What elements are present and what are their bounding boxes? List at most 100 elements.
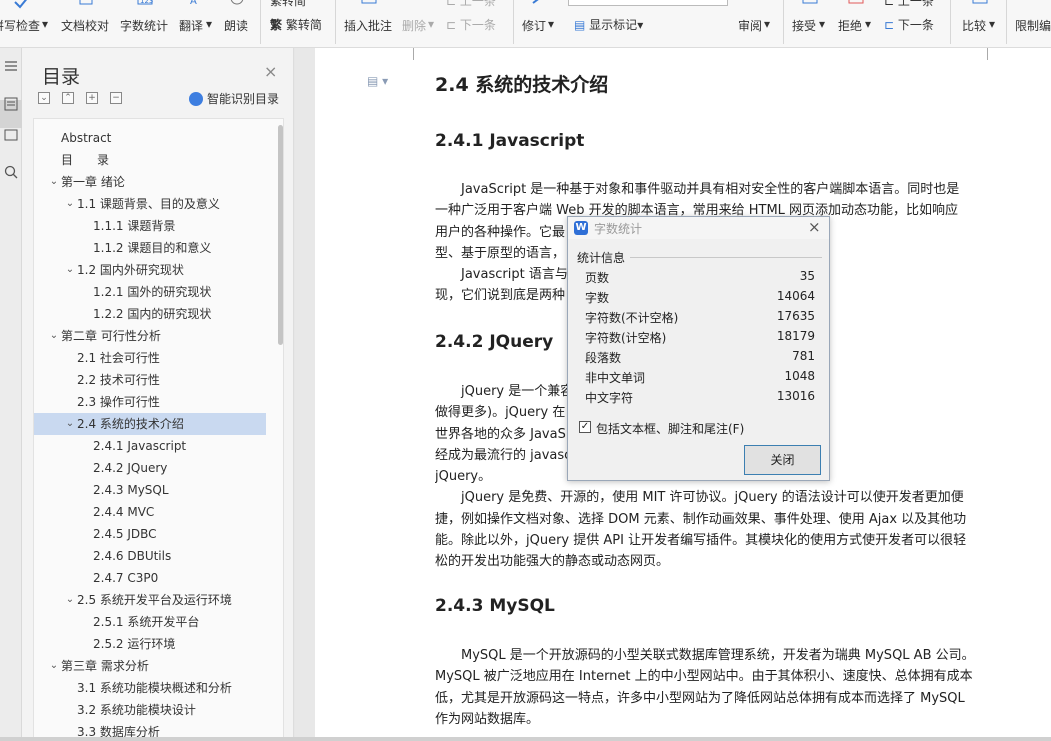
toc-item-label: 1.2 国内外研究现状: [77, 263, 184, 277]
toc-icon[interactable]: [3, 96, 19, 112]
compare-button[interactable]: 比较 ▾: [962, 0, 998, 47]
horizontal-scrollbar[interactable]: [0, 737, 1051, 741]
text-line: 松的开发出功能强大的静态或动态网页。: [435, 554, 670, 570]
toc-item-label: 2.5 系统开发平台及运行环境: [77, 593, 232, 607]
add-level-icon[interactable]: +: [86, 92, 98, 104]
chevron-down-icon[interactable]: ⌄: [64, 413, 76, 435]
toc-item[interactable]: 2.2 技术可行性: [34, 369, 274, 391]
toc-item[interactable]: 2.4.7 C3P0: [34, 567, 274, 589]
toc-item[interactable]: ⌄ 第三章 需求分析: [34, 655, 274, 677]
toc-item[interactable]: 2.4.5 JDBC: [34, 523, 274, 545]
toc-item[interactable]: 3.1 系统功能模块概述和分析: [34, 677, 274, 699]
toc-item[interactable]: ⌄ 1.1 课题背景、目的及意义: [34, 193, 274, 215]
expand-up-icon[interactable]: ⌃: [62, 92, 74, 104]
toc-item-label: 1.1.1 课题背景: [93, 219, 176, 233]
remove-level-icon[interactable]: −: [110, 92, 122, 104]
chevron-down-icon[interactable]: ⌄: [64, 259, 76, 281]
next-comment-button[interactable]: ⊏ 下一条: [446, 16, 496, 33]
revise-icon: [532, 0, 539, 4]
toc-item[interactable]: 2.4.3 MySQL: [34, 479, 274, 501]
text-line: MySQL 是一个开放源码的小型关联式数据库管理系统，开发者为瑞典 MySQL …: [435, 648, 975, 663]
toc-item[interactable]: 2.4.2 JQuery: [34, 457, 274, 479]
toc-item-label: 2.4.5 JDBC: [93, 527, 157, 541]
toc-item[interactable]: 2.4.4 MVC: [34, 501, 274, 523]
toc-item[interactable]: 1.2.2 国内的研究现状: [34, 303, 274, 325]
toc-item[interactable]: 2.4.1 Javascript: [34, 435, 274, 457]
prev-comment-button[interactable]: ⊏ 上一条: [446, 0, 496, 9]
translate-button[interactable]: A 翻译 ▾: [179, 0, 215, 47]
toc-item[interactable]: ⌄ 第二章 可行性分析: [34, 325, 274, 347]
heading-2-4-1: 2.4.1 Javascript: [435, 131, 585, 151]
word-count-button[interactable]: 123 字数统计: [120, 0, 170, 47]
revise-button[interactable]: 修订 ▾: [522, 0, 556, 47]
heading-2-4-2: 2.4.2 JQuery: [435, 332, 554, 352]
toc-item[interactable]: 3.2 系统功能模块设计: [34, 699, 274, 721]
toc-item[interactable]: 2.5.1 系统开发平台: [34, 611, 274, 633]
close-icon[interactable]: ×: [264, 62, 277, 81]
read-aloud-button[interactable]: 朗读: [224, 0, 250, 47]
chevron-down-icon[interactable]: ⌄: [48, 655, 60, 677]
close-button[interactable]: 关闭: [744, 445, 821, 475]
trad-to-simp-button[interactable]: 繁 繁转简: [270, 16, 322, 33]
stat-value: 1048: [784, 369, 815, 383]
stat-row: 页数 35: [585, 269, 815, 289]
include-textbox-checkbox[interactable]: ✓: [579, 421, 591, 433]
page-menu-icon[interactable]: ▤ ▾: [367, 74, 388, 88]
review-button[interactable]: 审阅 ▾: [738, 0, 772, 47]
text-line: 能。除此以外，jQuery 提供 API 让开发者编写插件。其模块化的使用方式使…: [435, 533, 967, 549]
chevron-down-icon[interactable]: ⌄: [48, 325, 60, 347]
toc-item[interactable]: ⌄ 2.4 系统的技术介绍: [34, 413, 266, 435]
collapse-all-icon[interactable]: ⌄: [38, 92, 50, 104]
stat-label: 中文字符: [585, 391, 634, 405]
stats-section-label: 统计信息: [577, 251, 626, 265]
toc-item[interactable]: 2.1 社会可行性: [34, 347, 274, 369]
toc-item-label: 2.4.7 C3P0: [93, 571, 159, 585]
chevron-down-icon[interactable]: ⌄: [64, 589, 76, 611]
paragraph-mysql: MySQL 是一个开放源码的小型关联式数据库管理系统，开发者为瑞典 MySQL …: [435, 645, 991, 730]
toc-item[interactable]: ⌄ 1.2 国内外研究现状: [34, 259, 274, 281]
insert-comment-button[interactable]: 插入批注: [344, 0, 394, 47]
toc-item[interactable]: 1.2.1 国外的研究现状: [34, 281, 274, 303]
smart-toc-button[interactable]: 智能识别目录: [189, 90, 279, 107]
toc-item[interactable]: ⌄ 第一章 绪论: [34, 171, 274, 193]
comment-panel-icon[interactable]: [3, 128, 19, 144]
chevron-down-icon[interactable]: ⌄: [64, 193, 76, 215]
toc-item-label: 2.5.2 运行环境: [93, 637, 176, 651]
dialog-titlebar[interactable]: W 字数统计 ×: [568, 217, 829, 239]
toc-item[interactable]: 2.3 操作可行性: [34, 391, 274, 413]
toc-item[interactable]: Abstract: [34, 127, 274, 149]
toc-item[interactable]: ⌄ 2.5 系统开发平台及运行环境: [34, 589, 274, 611]
toc-item[interactable]: 目 录: [34, 149, 274, 171]
prev-change-button[interactable]: ⊏ 上一条: [884, 0, 934, 9]
toc-item-label: 2.4.2 JQuery: [93, 461, 168, 475]
smart-toc-icon: [189, 92, 203, 106]
search-icon[interactable]: [3, 164, 19, 180]
next-icon: ⊏: [446, 18, 457, 32]
toc-item[interactable]: 2.5.2 运行环境: [34, 633, 274, 655]
doc-proofread-button[interactable]: 文档校对: [61, 0, 111, 47]
toc-item[interactable]: 1.1.1 课题背景: [34, 215, 274, 237]
toc-item-label: 1.2.1 国外的研究现状: [93, 285, 212, 299]
spell-check-button[interactable]: 拼写检查▾: [0, 0, 52, 47]
stat-value: 17635: [776, 309, 815, 323]
simp-to-trad-button[interactable]: 繁转简: [270, 0, 306, 9]
menu-icon[interactable]: [3, 58, 19, 74]
show-markup-button[interactable]: ▤ 显示标记▾: [574, 16, 643, 33]
include-textbox-label: 包括文本框、脚注和尾注(F): [596, 422, 745, 436]
restrict-edit-button[interactable]: 限制编: [1015, 0, 1051, 47]
accept-button[interactable]: 接受 ▾: [792, 0, 828, 47]
toc-scrollbar[interactable]: [278, 125, 283, 345]
stat-row: 中文字符 13016: [585, 389, 815, 409]
display-mode-select[interactable]: [568, 0, 728, 6]
toc-item-label: 第三章 需求分析: [61, 659, 149, 673]
reject-button[interactable]: 拒绝 ▾: [838, 0, 874, 47]
close-icon[interactable]: ×: [808, 218, 821, 236]
delete-comment-button[interactable]: 删除 ▾: [402, 0, 436, 47]
stat-row: 字数 14064: [585, 289, 815, 309]
toc-item[interactable]: 2.4.6 DBUtils: [34, 545, 274, 567]
nav-side-strip: [0, 48, 22, 741]
next-change-button[interactable]: ⊏ 下一条: [884, 16, 934, 33]
chevron-down-icon[interactable]: ⌄: [48, 171, 60, 193]
stat-label: 字符数(不计空格): [585, 311, 679, 325]
toc-item[interactable]: 1.1.2 课题目的和意义: [34, 237, 274, 259]
